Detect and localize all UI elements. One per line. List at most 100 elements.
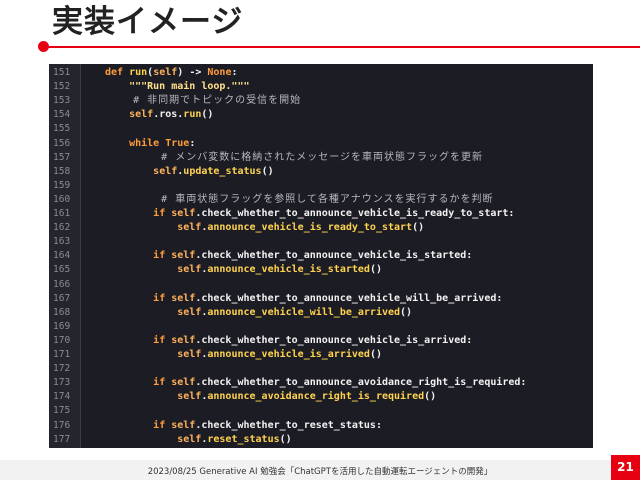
code-token: self bbox=[171, 292, 196, 304]
code-text: while True: bbox=[105, 137, 195, 151]
code-token: .check_whether_to_announce_vehicle_is_ar… bbox=[195, 334, 473, 346]
line-number: 153 bbox=[53, 95, 71, 107]
line-number: 159 bbox=[53, 179, 71, 191]
code-line: 172 bbox=[49, 362, 593, 376]
code-line: 159 bbox=[49, 179, 593, 193]
code-token: run bbox=[129, 67, 148, 78]
code-token: self bbox=[177, 349, 202, 360]
code-line: 164 if self.check_whether_to_announce_ve… bbox=[49, 249, 593, 263]
code-token: announce_avoidance_right_is_required bbox=[207, 391, 425, 403]
code-line: 158 self.update_status() bbox=[49, 165, 593, 179]
line-number: 171 bbox=[53, 349, 71, 360]
code-text: if self.check_whether_to_reset_status: bbox=[105, 419, 382, 433]
line-number: 166 bbox=[53, 278, 71, 290]
code-token: # 車両状態フラッグを参照して各種アナウンスを実行するかを判断 bbox=[105, 193, 494, 205]
code-token: () bbox=[201, 109, 214, 121]
code-token: ) -> bbox=[177, 67, 208, 78]
code-line: 160 # 車両状態フラッグを参照して各種アナウンスを実行するかを判断 bbox=[49, 193, 593, 207]
line-number: 176 bbox=[53, 419, 71, 431]
code-text: self.announce_avoidance_right_is_require… bbox=[105, 390, 436, 404]
code-token: self bbox=[171, 334, 196, 346]
code-text: self.announce_vehicle_is_arrived() bbox=[105, 348, 382, 362]
line-number: 172 bbox=[53, 363, 71, 375]
code-text: self.reset_status() bbox=[105, 433, 292, 447]
code-line: 151 def run(self) -> None: bbox=[49, 66, 593, 80]
code-line: 167 if self.check_whether_to_announce_ve… bbox=[49, 292, 593, 306]
code-token: reset_status bbox=[207, 433, 280, 445]
code-line: 171 self.announce_vehicle_is_arrived() bbox=[49, 348, 593, 362]
code-line: 152 """Run main loop.""" bbox=[49, 80, 593, 94]
code-line: 163 bbox=[49, 235, 593, 249]
code-line: 176 if self.check_whether_to_reset_statu… bbox=[49, 419, 593, 433]
code-token: run bbox=[183, 109, 202, 121]
code-token: if bbox=[153, 250, 172, 262]
line-number: 173 bbox=[53, 377, 71, 389]
line-number: 167 bbox=[53, 292, 71, 304]
code-line: 165 self.announce_vehicle_is_started() bbox=[49, 263, 593, 277]
code-token: # 非同期でトピックの受信を開始 bbox=[105, 95, 302, 107]
code-token: () bbox=[412, 222, 425, 234]
code-token: self bbox=[153, 165, 178, 177]
code-token: while bbox=[129, 137, 166, 149]
code-token: self bbox=[177, 391, 202, 403]
line-number: 154 bbox=[53, 109, 71, 121]
line-number: 174 bbox=[53, 391, 71, 403]
code-text: if self.check_whether_to_announce_vehicl… bbox=[105, 207, 514, 221]
code-token: self bbox=[177, 222, 202, 234]
code-token: # メンバ変数に格納されたメッセージを車両状態フラッグを更新 bbox=[105, 151, 484, 163]
code-token: () bbox=[424, 391, 437, 403]
code-token: """Run main loop.""" bbox=[105, 81, 250, 93]
line-number: 162 bbox=[53, 222, 71, 234]
code-token: None bbox=[207, 67, 232, 78]
footer-text: 2023/08/25 Generative AI 勉強会「ChatGPTを活用し… bbox=[147, 467, 493, 477]
line-number: 175 bbox=[53, 405, 71, 417]
line-number: 177 bbox=[53, 433, 71, 445]
code-text: self.announce_vehicle_is_started() bbox=[105, 263, 382, 277]
code-line: 174 self.announce_avoidance_right_is_req… bbox=[49, 390, 593, 404]
code-token: announce_vehicle_is_ready_to_start bbox=[207, 222, 413, 234]
code-token: if bbox=[153, 334, 172, 346]
code-text: # メンバ変数に格納されたメッセージを車両状態フラッグを更新 bbox=[105, 151, 483, 165]
code-token: self bbox=[171, 419, 196, 431]
code-token: update_status bbox=[183, 165, 262, 177]
line-number: 161 bbox=[53, 208, 71, 219]
line-number: 164 bbox=[53, 250, 71, 262]
code-line: 155 bbox=[49, 122, 593, 136]
line-number: 158 bbox=[53, 165, 71, 177]
code-token: True bbox=[165, 137, 190, 149]
code-token: announce_vehicle_is_arrived bbox=[207, 349, 370, 360]
code-line: 173 if self.check_whether_to_announce_av… bbox=[49, 376, 593, 390]
code-token: () bbox=[261, 165, 274, 177]
code-text: self.ros.run() bbox=[105, 108, 213, 122]
code-text: def run(self) -> None: bbox=[105, 66, 238, 80]
code-token: self bbox=[153, 67, 178, 78]
line-number: 152 bbox=[53, 81, 71, 93]
code-token: () bbox=[369, 264, 382, 276]
code-text: self.announce_vehicle_will_be_arrived() bbox=[105, 306, 412, 320]
code-token: if bbox=[153, 419, 172, 431]
code-text: self.update_status() bbox=[105, 165, 274, 179]
code-line: 169 bbox=[49, 320, 593, 334]
code-line: 156 while True: bbox=[49, 137, 593, 151]
code-token: if bbox=[153, 292, 172, 304]
code-token: self bbox=[171, 250, 196, 262]
code-token: if bbox=[153, 208, 172, 219]
code-line: 175 bbox=[49, 404, 593, 418]
line-number: 169 bbox=[53, 320, 71, 332]
code-line: 177 self.reset_status() bbox=[49, 433, 593, 447]
code-token: () bbox=[279, 433, 292, 445]
line-number: 156 bbox=[53, 137, 71, 149]
line-number: 163 bbox=[53, 236, 71, 248]
page-number-badge: 21 bbox=[611, 455, 640, 480]
code-token: () bbox=[369, 349, 382, 360]
code-token: self bbox=[171, 208, 196, 219]
line-number: 168 bbox=[53, 306, 71, 318]
line-number: 170 bbox=[53, 334, 71, 346]
